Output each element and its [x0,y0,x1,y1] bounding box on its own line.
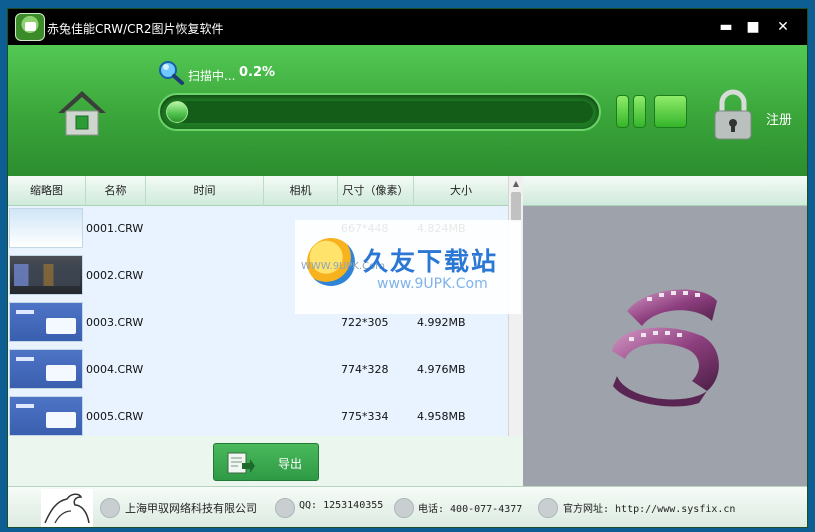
row-dimensions: 774*328 [341,363,389,376]
column-header-time[interactable]: 时间 [146,176,264,206]
row-thumbnail [9,208,83,248]
row-thumbnail [9,255,83,295]
company-logo-icon [41,489,93,527]
row-name: 0004.CRW [86,363,144,376]
column-header-dimensions[interactable]: 尺寸（像素） [338,176,414,206]
progress-fill [166,101,188,123]
scan-status-label: 扫描中... [188,69,236,83]
close-button[interactable]: ✕ [772,17,794,37]
phone-icon [394,498,414,518]
export-label: 导出 [278,457,303,471]
table-row[interactable]: 0004.CRW 774*328 4.976MB [8,347,508,393]
pause-bar-right[interactable] [633,95,646,128]
watermark-overlay: WWW.9UPK.Com 久友下载站 www.9UPK.Com [295,220,521,314]
title-bar[interactable]: 赤兔佳能CRW/CR2图片恢复软件 ▬ ■ ✕ [8,9,807,45]
progress-track [166,101,593,123]
app-logo-icon [15,13,45,41]
window-title: 赤兔佳能CRW/CR2图片恢复软件 [47,22,224,36]
footer-qq[interactable]: QQ: 1253140355 [299,500,383,511]
app-window: 赤兔佳能CRW/CR2图片恢复软件 ▬ ■ ✕ 扫描中... 0.2% 注册 缩… [7,8,808,528]
minimize-button[interactable]: ▬ [715,17,737,37]
header-panel: 扫描中... 0.2% 注册 [8,45,807,176]
lock-icon[interactable] [712,89,754,141]
table-row[interactable]: 0005.CRW 775*334 4.958MB [8,394,508,440]
film-reel-icon [612,289,719,407]
magnifier-icon [159,61,184,85]
row-name: 0001.CRW [86,222,144,235]
table-header: 缩略图 名称 时间 相机 尺寸（像素） 大小 [8,176,508,206]
watermark-title: 久友下载站 [363,247,499,276]
globe-icon [538,498,558,518]
row-thumbnail [9,302,83,342]
row-thumbnail [9,396,83,436]
footer-phone[interactable]: 电话: 400-077-4377 [418,500,522,515]
row-size: 4.958MB [417,410,466,423]
pause-bar-left[interactable] [616,95,629,128]
row-dimensions: 775*334 [341,410,389,423]
qq-icon [275,498,295,518]
scrollbar-thumb[interactable] [511,192,521,222]
home-icon[interactable] [56,87,108,139]
stop-button[interactable] [654,95,687,128]
row-size: 4.976MB [417,363,466,376]
scan-progress-bar [158,93,601,131]
register-link[interactable]: 注册 [766,109,792,128]
scroll-up-arrow-icon[interactable]: ▲ [509,176,523,192]
footer-website[interactable]: 官方网址: http://www.sysfix.cn [563,500,735,515]
row-thumbnail [9,349,83,389]
watermark-url: www.9UPK.Com [377,276,488,292]
export-icon [227,452,255,474]
column-header-camera[interactable]: 相机 [264,176,338,206]
footer-company: 上海甲驭网络科技有限公司 [125,502,257,515]
column-header-thumbnail[interactable]: 缩略图 [8,176,86,206]
row-name: 0002.CRW [86,269,144,282]
preview-header [523,176,807,206]
scan-percent: 0.2% [239,65,276,80]
column-header-name[interactable]: 名称 [86,176,146,206]
row-name: 0005.CRW [86,410,144,423]
export-area: 导出 [8,436,523,486]
column-header-size[interactable]: 大小 [414,176,508,206]
company-icon [100,498,120,518]
footer-bar: 上海甲驭网络科技有限公司 QQ: 1253140355 电话: 400-077-… [8,486,807,527]
preview-panel [523,176,807,486]
export-button[interactable]: 导出 [213,443,319,481]
maximize-button[interactable]: ■ [742,17,764,37]
row-name: 0003.CRW [86,316,144,329]
